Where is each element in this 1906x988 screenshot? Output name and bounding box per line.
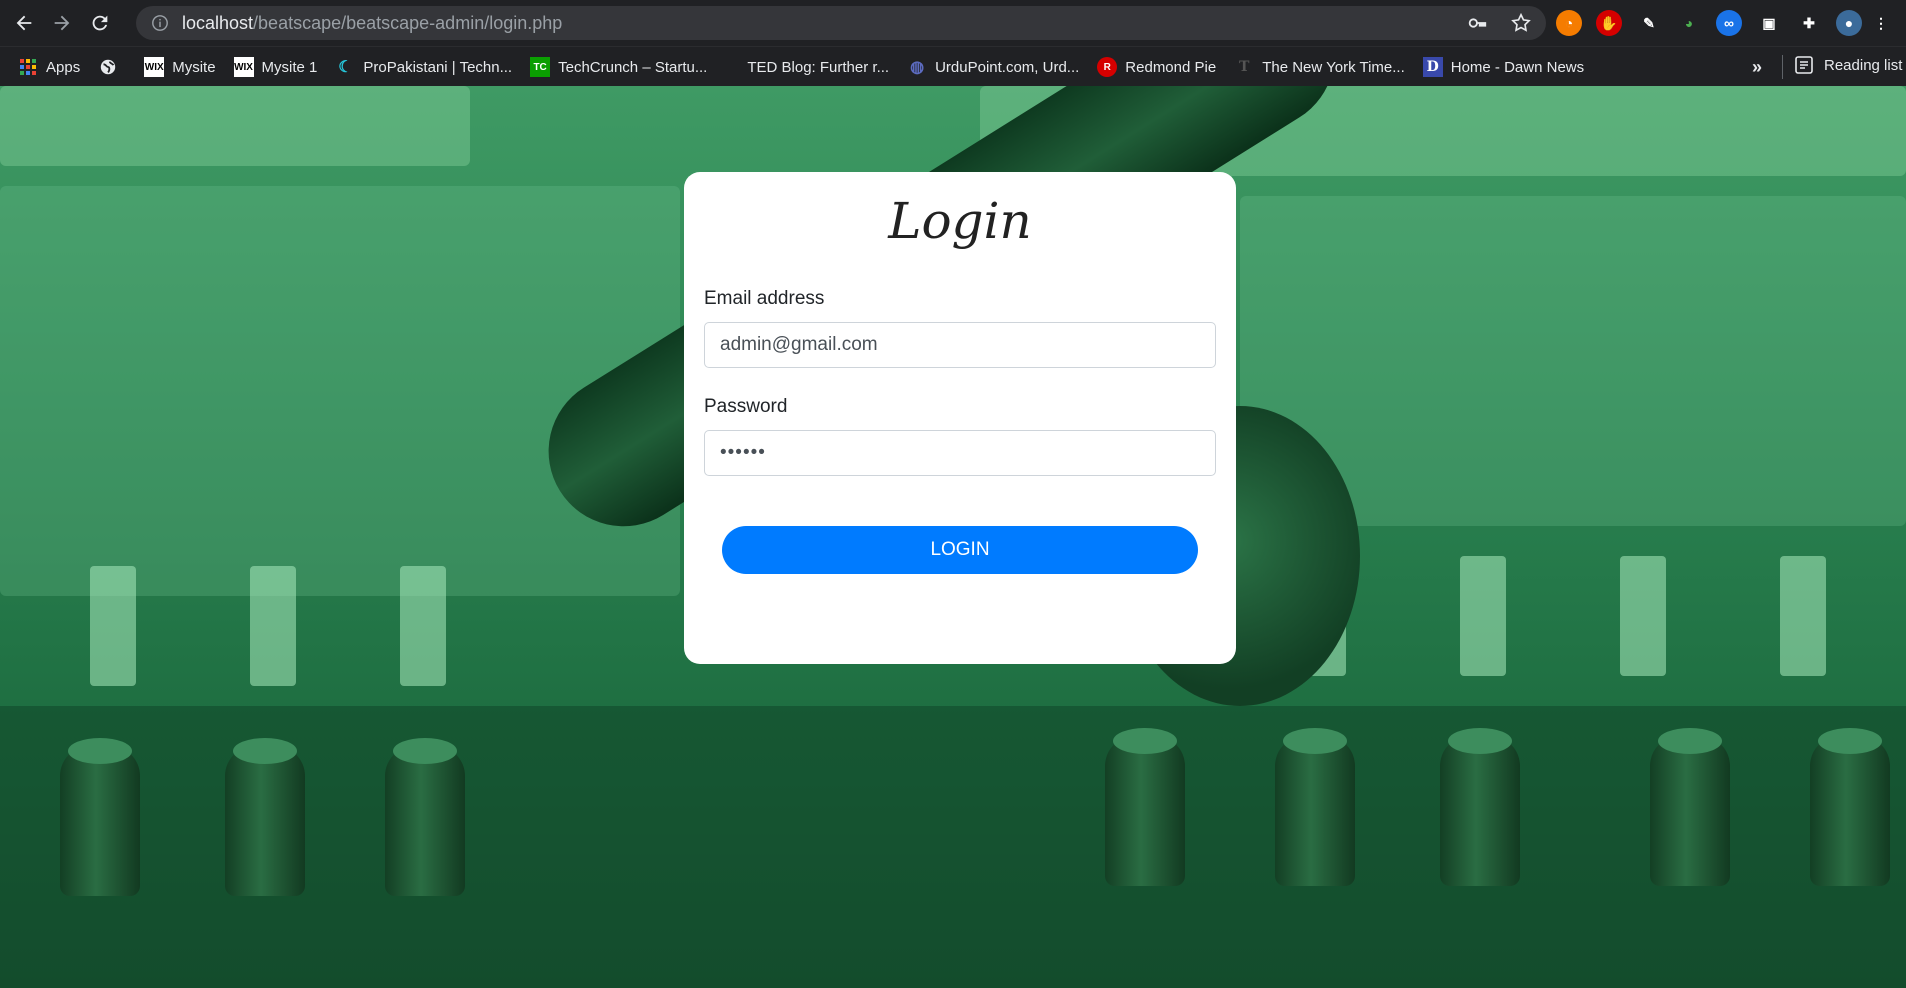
bookmark-techcrunch[interactable]: TC TechCrunch – Startu... [530, 57, 707, 77]
extension-pen-icon[interactable]: ✎ [1636, 10, 1662, 36]
bookmark-apps[interactable]: Apps [18, 57, 80, 77]
email-label: Email address [704, 288, 825, 309]
bookmark-label: ProPakistani | Techn... [363, 58, 513, 76]
star-icon[interactable] [1510, 12, 1532, 39]
bookmark-dawn[interactable]: D Home - Dawn News [1422, 57, 1585, 77]
bg-knob [1810, 728, 1890, 886]
bookmark-redmondpie[interactable]: R Redmond Pie [1097, 57, 1216, 77]
bookmark-ted[interactable]: TED Blog: Further r... [747, 59, 889, 76]
extension-rss-icon[interactable]: ◔ [1556, 10, 1582, 36]
password-field[interactable]: •••••• [704, 430, 1216, 476]
bg-knob [225, 738, 305, 896]
reading-list-icon [1795, 56, 1813, 74]
redmondpie-icon: R [1097, 57, 1118, 77]
forward-arrow-icon[interactable] [48, 9, 76, 37]
wix-icon: WIX [233, 57, 254, 77]
bg-fader [1780, 556, 1826, 676]
login-button[interactable]: LOGIN [722, 526, 1198, 574]
extension-adblock-icon[interactable]: ✋ [1596, 10, 1622, 36]
bookmark-urdupoint[interactable]: ◍ UrduPoint.com, Urd... [907, 57, 1079, 77]
browser-toolbar: localhost/beatscape/beatscape-admin/logi… [0, 0, 1906, 46]
bookmark-globe[interactable] [98, 57, 126, 77]
bg-knob [1650, 728, 1730, 886]
extension-camera-icon[interactable]: ▣ [1756, 10, 1782, 36]
bookmark-nyt[interactable]: T The New York Time... [1234, 57, 1405, 77]
menu-kebab-icon[interactable]: ⋮ [1874, 10, 1888, 36]
bookmark-label: Home - Dawn News [1450, 58, 1585, 76]
bg-fader [1620, 556, 1666, 676]
bg-knob [60, 738, 140, 896]
url-host: localhost [182, 12, 254, 33]
nyt-icon: T [1238, 59, 1250, 75]
bookmark-mysite[interactable]: WIX Mysite [144, 57, 216, 77]
reading-list-button[interactable]: Reading list [1794, 55, 1902, 75]
bookmark-propakistani[interactable]: ☾ ProPakistani | Techn... [335, 57, 512, 77]
key-icon[interactable] [1466, 12, 1488, 39]
bg-fader [1460, 556, 1506, 676]
extension-infinity-icon[interactable]: ∞ [1716, 10, 1742, 36]
back-arrow-icon[interactable] [10, 9, 38, 37]
bg-fader [250, 566, 296, 686]
bg-panel [0, 86, 470, 166]
password-label: Password [704, 396, 788, 417]
bg-knob [385, 738, 465, 896]
wix-icon: WIX [144, 57, 165, 77]
urdupoint-icon: ◍ [910, 59, 925, 76]
reading-list-label: Reading list [1824, 56, 1903, 74]
bookmark-mysite-1[interactable]: WIX Mysite 1 [233, 57, 318, 77]
url-path: /beatscape/beatscape-admin/login.php [253, 12, 563, 33]
bookmark-label: Redmond Pie [1125, 58, 1217, 76]
site-info-icon[interactable] [150, 13, 170, 33]
bg-knob [1105, 728, 1185, 886]
bookmarks-overflow-button[interactable]: » [1752, 57, 1762, 78]
bookmarks-divider [1782, 55, 1783, 79]
reload-icon[interactable] [86, 9, 114, 37]
bg-fader [90, 566, 136, 686]
bookmark-label: The New York Time... [1262, 58, 1405, 76]
bookmark-label: Apps [46, 58, 81, 76]
bookmark-label: TED Blog: Further r... [747, 58, 890, 76]
extension-color-icon[interactable]: ◕ [1676, 10, 1702, 36]
extensions-puzzle-icon[interactable]: ✚ [1796, 10, 1822, 36]
globe-icon [98, 57, 118, 77]
apps-grid-icon [18, 57, 38, 77]
bg-knob [1440, 728, 1520, 886]
bookmark-label: Mysite [172, 58, 216, 76]
url-text[interactable]: localhost/beatscape/beatscape-admin/logi… [182, 13, 562, 34]
bookmarks-bar: Apps WIX Mysite WIX Mysite 1 ☾ ProPakist… [0, 46, 1906, 87]
email-field[interactable]: admin@gmail.com [704, 322, 1216, 368]
bookmark-label: UrduPoint.com, Urd... [935, 58, 1080, 76]
techcrunch-icon: TC [530, 57, 551, 77]
bg-fader [400, 566, 446, 686]
propakistani-icon: ☾ [338, 59, 353, 76]
bg-knob [1275, 728, 1355, 886]
profile-avatar[interactable]: ● [1836, 10, 1862, 36]
dawn-icon: D [1422, 57, 1443, 77]
login-title: Login [888, 192, 1032, 250]
bookmark-label: TechCrunch – Startu... [558, 58, 708, 76]
address-bar[interactable]: localhost/beatscape/beatscape-admin/logi… [136, 6, 1546, 40]
login-card: Login Email address admin@gmail.com Pass… [684, 172, 1236, 664]
bookmark-label: Mysite 1 [261, 58, 318, 76]
